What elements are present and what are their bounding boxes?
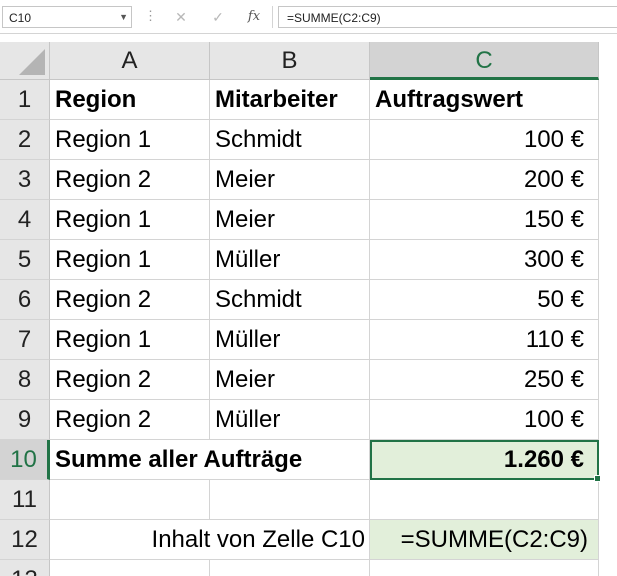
name-box[interactable]: C10 ▼ [2, 6, 132, 28]
cell-a6[interactable]: Region 2 [50, 280, 210, 320]
cell-a11[interactable] [50, 480, 210, 520]
cell-c11[interactable] [370, 480, 599, 520]
cancel-icon[interactable]: ✕ [167, 6, 195, 28]
cell-c9[interactable]: 100 € [370, 400, 599, 440]
active-cell-outline [370, 440, 599, 480]
grip-dots-icon: ⋮ [144, 8, 157, 23]
fill-handle[interactable] [594, 475, 601, 482]
row-header-2[interactable]: 2 [0, 120, 50, 160]
cell-b13[interactable] [210, 560, 370, 576]
cell-a9[interactable]: Region 2 [50, 400, 210, 440]
cell-b5[interactable]: Müller [210, 240, 370, 280]
cell-b3[interactable]: Meier [210, 160, 370, 200]
chevron-down-icon[interactable]: ▼ [119, 12, 128, 22]
cell-c8[interactable]: 250 € [370, 360, 599, 400]
cell-b6[interactable]: Schmidt [210, 280, 370, 320]
formula-text: =SUMME(C2:C9) [287, 11, 381, 25]
cell-a10[interactable]: Summe aller Aufträge [50, 440, 370, 480]
cell-c3[interactable]: 200 € [370, 160, 599, 200]
row-header-12[interactable]: 12 [0, 520, 50, 560]
cell-c4[interactable]: 150 € [370, 200, 599, 240]
cell-b8[interactable]: Meier [210, 360, 370, 400]
row-header-1[interactable]: 1 [0, 80, 50, 120]
select-all-button[interactable] [0, 42, 50, 80]
cell-c5[interactable]: 300 € [370, 240, 599, 280]
row-header-11[interactable]: 11 [0, 480, 50, 520]
formula-bar-area: C10 ▼ ⋮ ✕ ✓ fx =SUMME(C2:C9) [0, 0, 617, 34]
row-header-6[interactable]: 6 [0, 280, 50, 320]
cell-a8[interactable]: Region 2 [50, 360, 210, 400]
row-header-10[interactable]: 10 [0, 440, 50, 480]
cell-c6[interactable]: 50 € [370, 280, 599, 320]
row-header-3[interactable]: 3 [0, 160, 50, 200]
row-header-9[interactable]: 9 [0, 400, 50, 440]
cell-a1[interactable]: Region [50, 80, 210, 120]
row-header-7[interactable]: 7 [0, 320, 50, 360]
column-header-a[interactable]: A [50, 42, 210, 80]
row-header-13[interactable]: 13 [0, 560, 50, 576]
cell-c13[interactable] [370, 560, 599, 576]
cell-a5[interactable]: Region 1 [50, 240, 210, 280]
cell-a4[interactable]: Region 1 [50, 200, 210, 240]
enter-icon[interactable]: ✓ [204, 6, 232, 28]
cell-c12[interactable]: =SUMME(C2:C9) [370, 520, 599, 560]
cell-a12[interactable]: Inhalt von Zelle C10 [50, 520, 370, 560]
row-header-4[interactable]: 4 [0, 200, 50, 240]
divider [272, 6, 273, 28]
cell-b11[interactable] [210, 480, 370, 520]
column-header-b[interactable]: B [210, 42, 370, 80]
insert-function-icon[interactable]: fx [240, 6, 268, 28]
cell-b1[interactable]: Mitarbeiter [210, 80, 370, 120]
cell-b2[interactable]: Schmidt [210, 120, 370, 160]
cell-b4[interactable]: Meier [210, 200, 370, 240]
cell-a7[interactable]: Region 1 [50, 320, 210, 360]
row-header-8[interactable]: 8 [0, 360, 50, 400]
cell-c2[interactable]: 100 € [370, 120, 599, 160]
row-header-5[interactable]: 5 [0, 240, 50, 280]
select-all-triangle-icon [19, 49, 45, 75]
cell-a13[interactable] [50, 560, 210, 576]
column-header-c[interactable]: C [370, 42, 599, 80]
cell-a2[interactable]: Region 1 [50, 120, 210, 160]
cell-a3[interactable]: Region 2 [50, 160, 210, 200]
cell-b7[interactable]: Müller [210, 320, 370, 360]
cell-b9[interactable]: Müller [210, 400, 370, 440]
name-box-value: C10 [9, 11, 32, 25]
formula-input[interactable]: =SUMME(C2:C9) [278, 6, 617, 28]
cell-c1[interactable]: Auftragswert [370, 80, 599, 120]
cell-c7[interactable]: 110 € [370, 320, 599, 360]
